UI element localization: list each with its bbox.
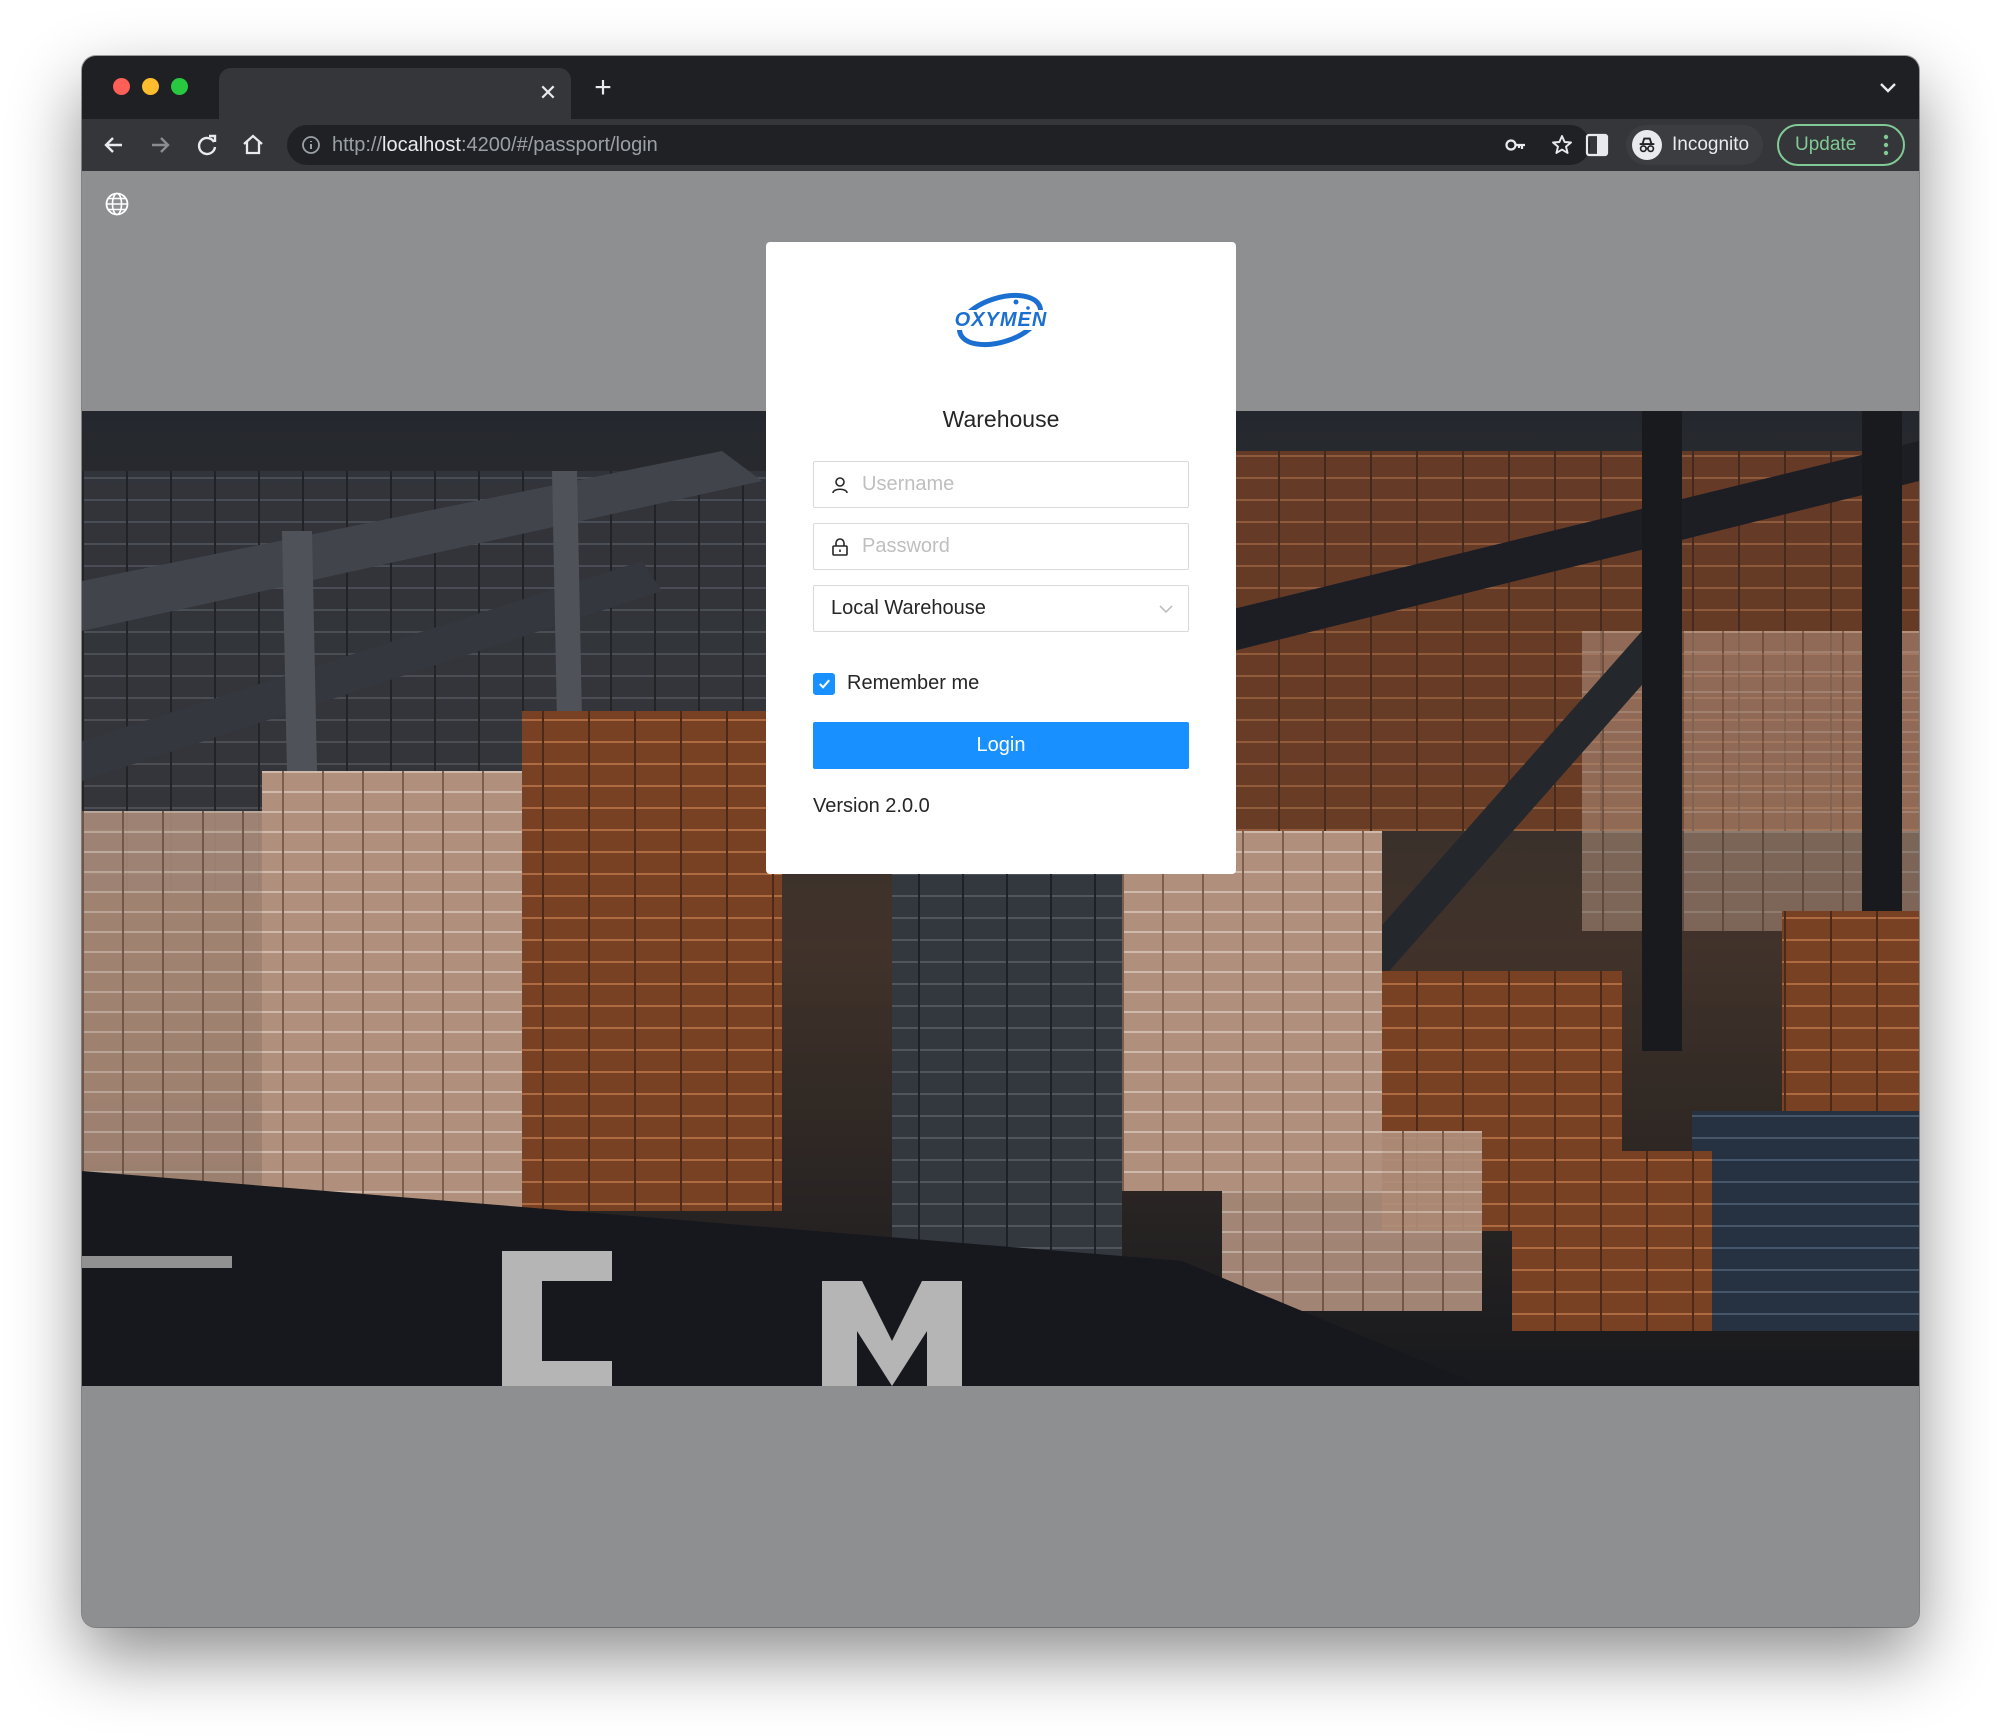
- lock-icon: [832, 538, 848, 556]
- reload-button[interactable]: [192, 130, 222, 160]
- warehouse-select[interactable]: Local Warehouse: [813, 585, 1189, 632]
- tab-close-icon[interactable]: ✕: [537, 82, 559, 104]
- update-label: Update: [1795, 134, 1857, 155]
- oxymen-logo: OXYMEN: [940, 292, 1064, 348]
- close-window-button[interactable]: [113, 78, 130, 95]
- check-icon: [818, 679, 830, 689]
- update-button[interactable]: Update: [1777, 124, 1905, 166]
- arrow-right-icon: [152, 137, 170, 153]
- address-bar[interactable]: http://localhost:4200/#/passport/login: [287, 125, 1590, 165]
- incognito-label: Incognito: [1672, 134, 1750, 155]
- remember-me-label: Remember me: [847, 672, 980, 694]
- password-input[interactable]: [862, 524, 1172, 569]
- chevron-down-icon[interactable]: [1877, 78, 1899, 98]
- maximize-window-button[interactable]: [171, 78, 188, 95]
- key-icon[interactable]: [1504, 134, 1528, 156]
- app-title: Warehouse: [942, 406, 1060, 432]
- login-button[interactable]: Login: [813, 722, 1189, 769]
- incognito-profile-button[interactable]: Incognito: [1626, 125, 1764, 165]
- arrow-left-icon: [104, 137, 122, 153]
- home-icon: [243, 134, 263, 155]
- globe-icon[interactable]: [104, 191, 130, 217]
- user-icon: [832, 477, 848, 494]
- browser-window: ✕ + http://localhost:4200/#/passport/log…: [82, 56, 1919, 1627]
- password-field[interactable]: [813, 523, 1189, 570]
- star-icon[interactable]: [1550, 133, 1574, 157]
- browser-tab[interactable]: ✕: [219, 68, 571, 119]
- new-tab-button[interactable]: +: [588, 73, 618, 104]
- incognito-icon: [1632, 130, 1662, 160]
- version-text: Version 2.0.0: [813, 795, 930, 817]
- forward-button[interactable]: [145, 130, 175, 160]
- url-text[interactable]: http://localhost:4200/#/passport/login: [332, 134, 658, 157]
- login-card: OXYMEN Warehouse Username Local Warehous…: [766, 242, 1236, 874]
- warehouse-select-value: Local Warehouse: [831, 597, 986, 619]
- remember-me-checkbox[interactable]: [813, 672, 835, 695]
- username-field[interactable]: [813, 461, 1189, 508]
- chevron-down-icon: [1159, 605, 1173, 614]
- username-input[interactable]: [862, 462, 1172, 507]
- info-icon[interactable]: [301, 135, 321, 155]
- minimize-window-button[interactable]: [142, 78, 159, 95]
- remember-me[interactable]: Remember me: [813, 672, 979, 695]
- side-panel-icon[interactable]: [1584, 132, 1610, 158]
- back-button[interactable]: [99, 130, 129, 160]
- tab-strip: ✕ +: [82, 56, 1919, 119]
- home-button[interactable]: [238, 130, 268, 160]
- svg-text:OXYMEN: OXYMEN: [955, 309, 1048, 331]
- more-vertical-icon: [1883, 134, 1889, 156]
- reload-icon: [197, 134, 217, 156]
- login-page: OXYMEN Warehouse Username Local Warehous…: [82, 171, 1919, 1627]
- browser-toolbar: http://localhost:4200/#/passport/login I…: [82, 119, 1919, 171]
